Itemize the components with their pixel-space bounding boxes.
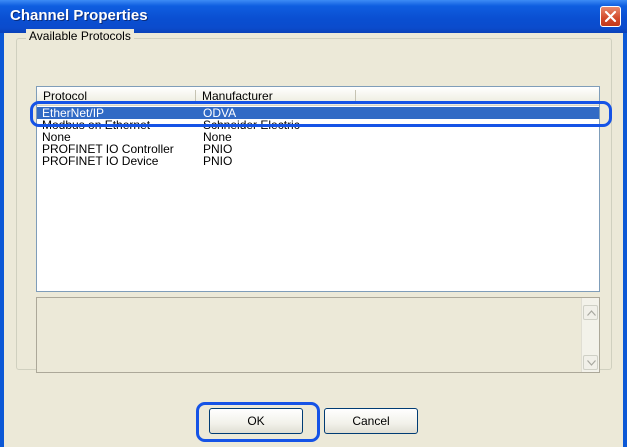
protocol-description-box: [36, 297, 600, 373]
scroll-down-arrow-icon: [587, 360, 596, 366]
description-scrollbar[interactable]: [581, 298, 599, 372]
scroll-up-button[interactable]: [583, 305, 598, 320]
group-label: Available Protocols: [26, 29, 134, 43]
close-button[interactable]: [600, 6, 621, 27]
scroll-down-button[interactable]: [583, 355, 598, 370]
window-title: Channel Properties: [10, 7, 148, 24]
close-icon: [604, 10, 617, 23]
scroll-up-arrow-icon: [587, 310, 596, 316]
row-protocol: PROFINET IO Device: [42, 154, 159, 168]
list-row-profinet-device[interactable]: PROFINET IO Device PNIO: [37, 155, 599, 167]
cancel-button[interactable]: Cancel: [324, 408, 418, 434]
ok-button-highlight: [196, 402, 320, 442]
row-manufacturer: PNIO: [203, 154, 233, 168]
selected-row-highlight: [30, 101, 612, 127]
